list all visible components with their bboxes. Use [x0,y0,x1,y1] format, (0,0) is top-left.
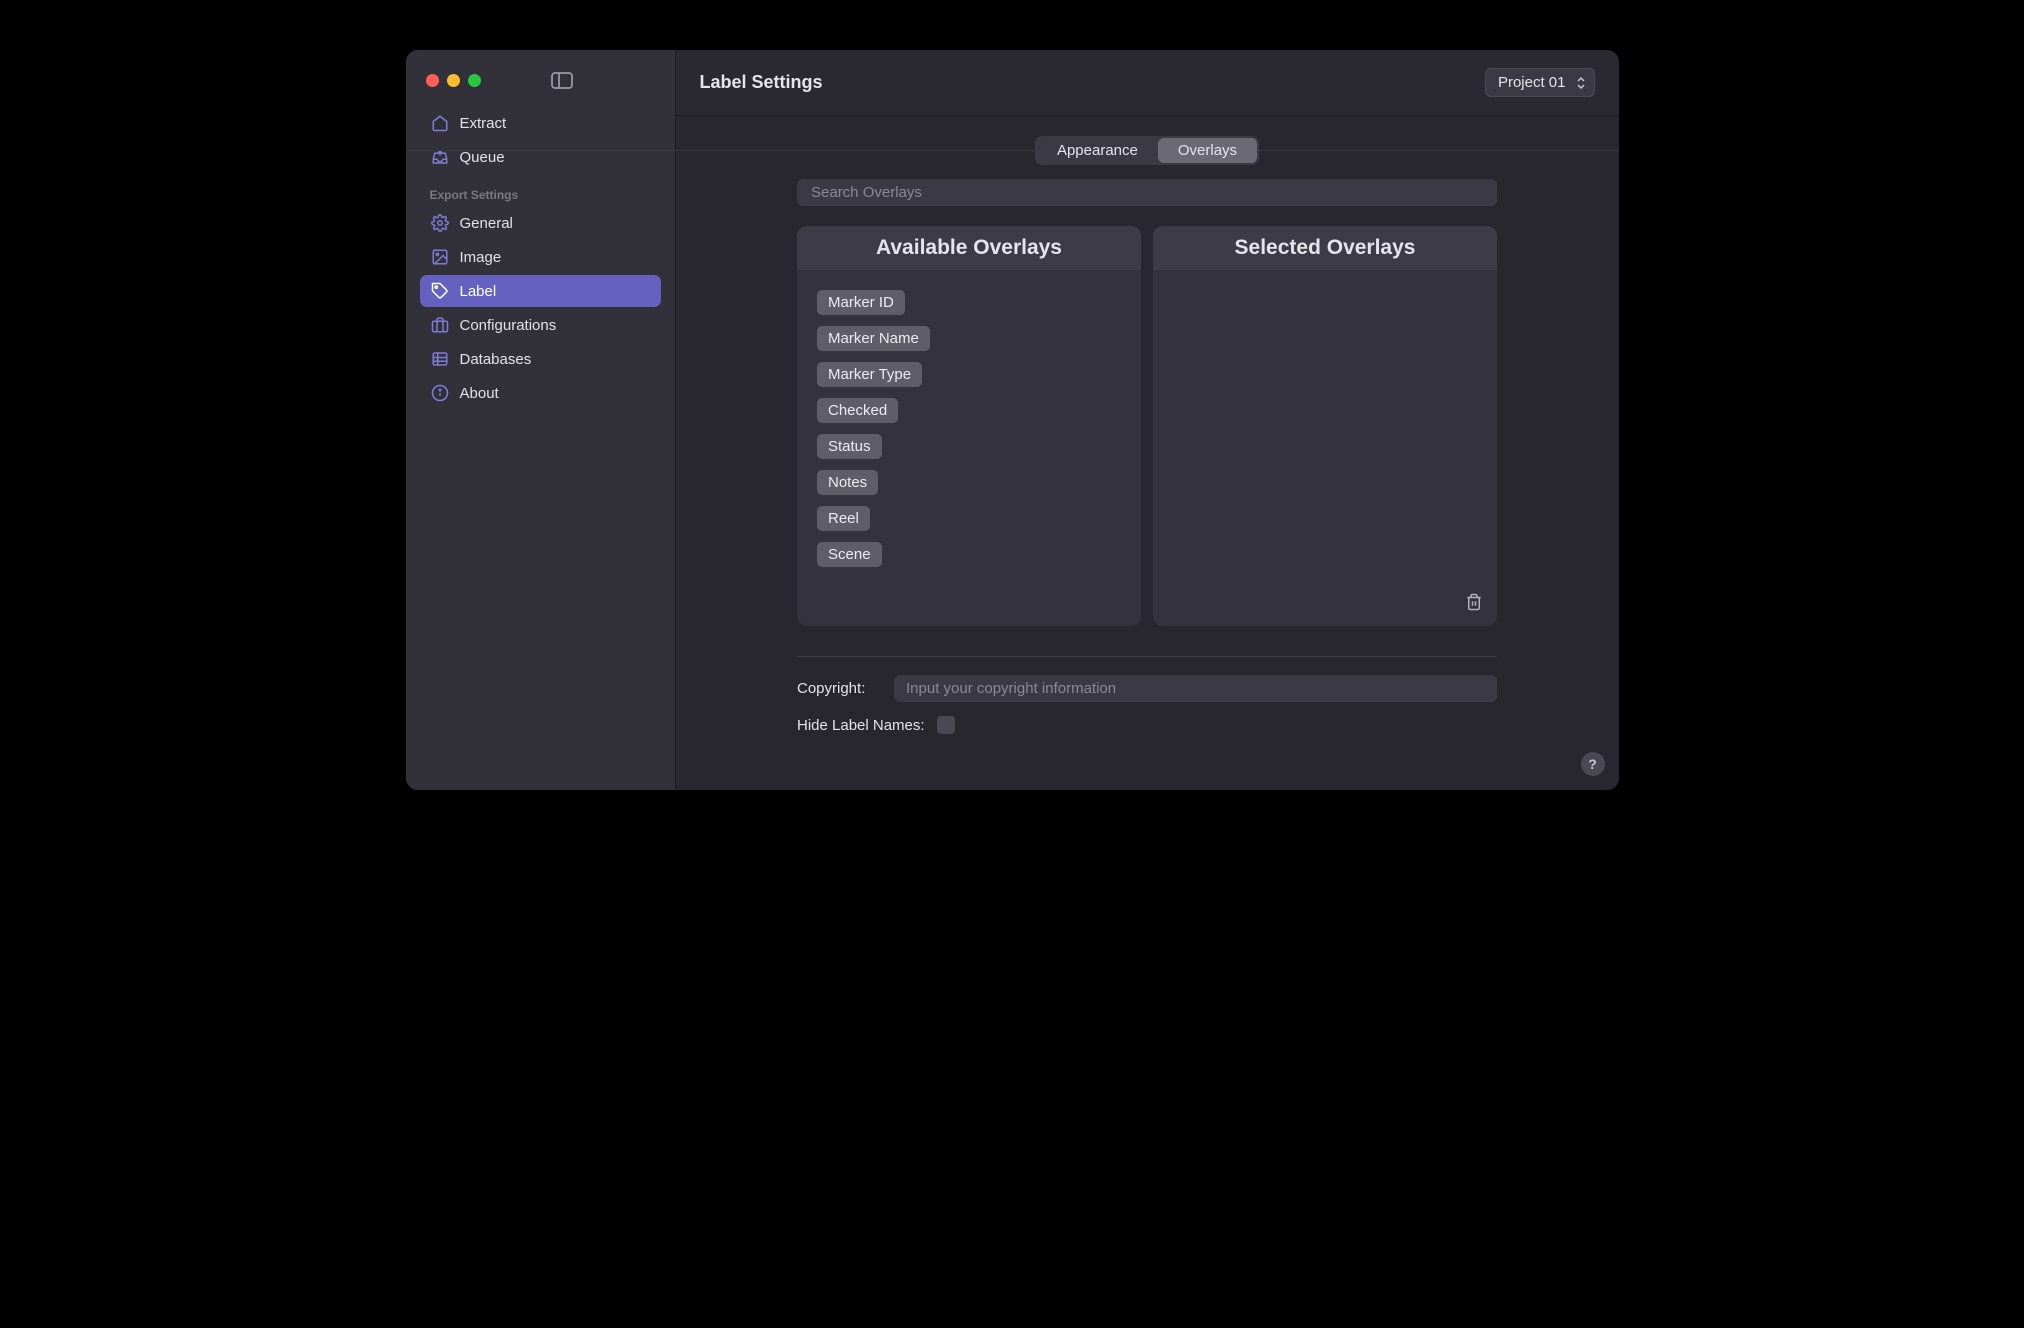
sidebar-item-label: Label [460,283,497,300]
sidebar-item-about[interactable]: About [420,377,661,409]
overlay-chip[interactable]: Notes [817,470,878,495]
help-button[interactable]: ? [1581,752,1605,776]
copyright-label: Copyright: [797,680,882,697]
sidebar-item-label: Queue [460,149,505,166]
page-title: Label Settings [700,72,823,93]
copyright-input[interactable] [894,675,1497,702]
close-window-button[interactable] [426,74,439,87]
available-overlays-list: Marker ID Marker Name Marker Type Checke… [797,270,1141,587]
tab-group: Appearance Overlays [1035,136,1259,165]
app-window: Extract Queue Export Settings General I [406,50,1619,790]
info-icon [430,383,450,403]
sidebar-item-label: Databases [460,351,532,368]
sidebar-item-configurations[interactable]: Configurations [420,309,661,341]
copyright-row: Copyright: [797,675,1497,702]
overlay-chip[interactable]: Marker Type [817,362,922,387]
briefcase-icon [430,315,450,335]
hide-labels-label: Hide Label Names: [797,717,925,734]
search-wrap [797,179,1497,206]
sidebar-section-header: Export Settings [420,174,661,206]
sidebar-nav: Extract Queue Export Settings General I [406,106,675,410]
maximize-window-button[interactable] [468,74,481,87]
sidebar-item-databases[interactable]: Databases [420,343,661,375]
available-overlays-title: Available Overlays [797,226,1141,270]
sidebar: Extract Queue Export Settings General I [406,50,676,790]
overlay-chip[interactable]: Status [817,434,882,459]
search-input[interactable] [797,179,1497,206]
sidebar-icon [551,72,573,89]
sidebar-toggle-button[interactable] [549,70,575,90]
tab-overlays[interactable]: Overlays [1158,138,1257,163]
delete-button[interactable] [1465,592,1483,612]
trash-icon [1465,592,1483,612]
available-overlays-panel: Available Overlays Marker ID Marker Name… [797,226,1141,626]
window-controls [406,62,675,106]
sidebar-item-extract[interactable]: Extract [420,107,661,139]
overlay-chip[interactable]: Marker ID [817,290,905,315]
chevron-up-down-icon [1576,76,1586,90]
sidebar-item-image[interactable]: Image [420,241,661,273]
gear-icon [430,213,450,233]
sidebar-item-label: Image [460,249,502,266]
minimize-window-button[interactable] [447,74,460,87]
selected-overlays-panel: Selected Overlays [1153,226,1497,626]
hide-labels-row: Hide Label Names: [797,716,1497,734]
tag-icon [430,281,450,301]
database-icon [430,349,450,369]
overlay-chip[interactable]: Marker Name [817,326,930,351]
main-content: Label Settings Project 01 Appearance Ove… [676,50,1619,790]
sidebar-item-general[interactable]: General [420,207,661,239]
hide-labels-checkbox[interactable] [937,716,955,734]
project-selector[interactable]: Project 01 [1485,68,1595,97]
sidebar-item-label: General [460,215,513,232]
content-header: Label Settings Project 01 [676,50,1619,116]
content-body: Appearance Overlays Available Overlays M… [676,116,1619,790]
overlay-panels: Available Overlays Marker ID Marker Name… [797,226,1497,626]
selected-overlays-title: Selected Overlays [1153,226,1497,270]
selected-overlays-list[interactable] [1153,270,1497,310]
tab-appearance[interactable]: Appearance [1037,138,1158,163]
divider [797,656,1497,657]
project-selector-value: Project 01 [1498,74,1566,91]
overlay-chip[interactable]: Scene [817,542,882,567]
sidebar-item-label: About [460,385,499,402]
sidebar-item-queue[interactable]: Queue [420,141,661,173]
image-icon [430,247,450,267]
tab-row: Appearance Overlays [716,136,1579,179]
sidebar-item-label-settings[interactable]: Label [420,275,661,307]
sidebar-item-label: Extract [460,115,507,132]
overlay-chip[interactable]: Checked [817,398,898,423]
question-icon: ? [1588,756,1597,772]
overlay-chip[interactable]: Reel [817,506,870,531]
home-icon [430,113,450,133]
sidebar-item-label: Configurations [460,317,557,334]
